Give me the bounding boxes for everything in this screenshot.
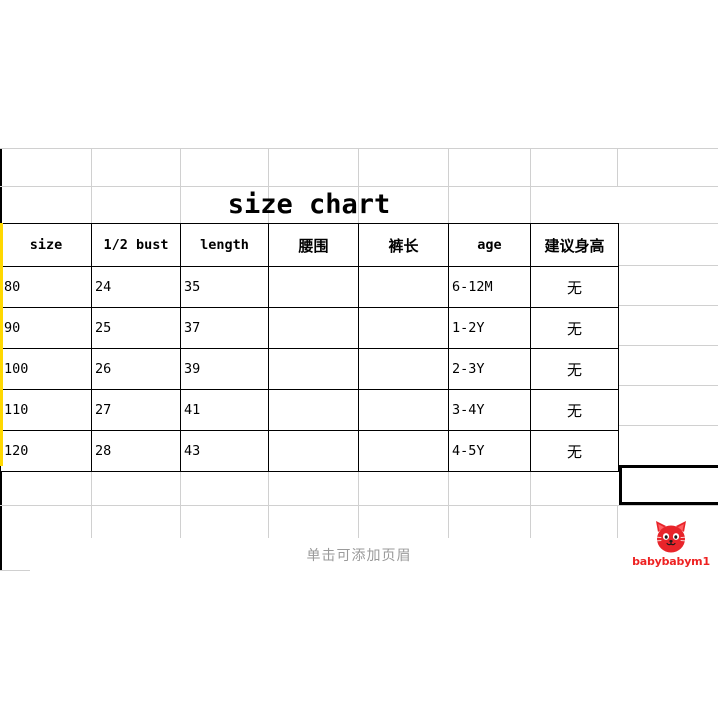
cell-pants (358, 430, 449, 472)
cell-age: 1-2Y (448, 307, 531, 349)
cell-height: 无 (530, 430, 619, 472)
cell-age: 4-5Y (448, 430, 531, 472)
table-row: 120 28 43 4-5Y 无 (0, 430, 619, 472)
row-marker-yellow (0, 223, 3, 466)
cell-size: 100 (0, 348, 92, 390)
table-header-row: size 1/2 bust length 腰围 裤长 age 建议身高 (0, 223, 619, 267)
watermark-brand-text: babybabym1 (632, 555, 710, 568)
selected-cell-outline[interactable] (619, 465, 718, 505)
column-header-waist: 腰围 (268, 223, 359, 267)
gridline-vertical (617, 148, 618, 186)
gridline-horizontal (0, 148, 718, 149)
cell-length: 39 (180, 348, 269, 390)
gridline-horizontal (0, 570, 30, 571)
cell-bust: 27 (91, 389, 181, 431)
cell-waist (268, 389, 359, 431)
spreadsheet-canvas: size chart size 1/2 bust length 腰围 裤长 ag… (0, 0, 718, 718)
cell-size: 80 (0, 266, 92, 308)
gridline-vertical (617, 505, 618, 538)
gridline-horizontal (0, 505, 718, 506)
cell-age: 6-12M (448, 266, 531, 308)
gridline-horizontal (617, 345, 718, 346)
cell-waist (268, 348, 359, 390)
cell-length: 43 (180, 430, 269, 472)
gridline-vertical (448, 466, 449, 538)
gridline-horizontal (617, 385, 718, 386)
column-header-bust: 1/2 bust (91, 223, 181, 267)
cell-size: 120 (0, 430, 92, 472)
cell-length: 37 (180, 307, 269, 349)
gridline-horizontal (617, 305, 718, 306)
cell-pants (358, 389, 449, 431)
cell-bust: 24 (91, 266, 181, 308)
cell-height: 无 (530, 266, 619, 308)
cell-height: 无 (530, 348, 619, 390)
cell-pants (358, 307, 449, 349)
gridline-horizontal (617, 425, 718, 426)
cell-height: 无 (530, 307, 619, 349)
column-header-size: size (0, 223, 92, 267)
header-placeholder-hint[interactable]: 单击可添加页眉 (0, 545, 718, 565)
cell-waist (268, 266, 359, 308)
cell-size: 90 (0, 307, 92, 349)
gridline-vertical (268, 466, 269, 538)
gridline-horizontal (617, 265, 718, 266)
cell-size: 110 (0, 389, 92, 431)
page-title: size chart (0, 186, 618, 223)
table-row: 110 27 41 3-4Y 无 (0, 389, 619, 431)
gridline-vertical (91, 466, 92, 538)
gridline-vertical (180, 466, 181, 538)
cell-waist (268, 307, 359, 349)
table-row: 100 26 39 2-3Y 无 (0, 348, 619, 390)
cat-face-icon (654, 521, 688, 553)
column-header-height: 建议身高 (530, 223, 619, 267)
column-header-pants: 裤长 (358, 223, 449, 267)
cell-bust: 25 (91, 307, 181, 349)
gridline-vertical (530, 466, 531, 538)
table-row: 80 24 35 6-12M 无 (0, 266, 619, 308)
cell-length: 35 (180, 266, 269, 308)
cell-age: 2-3Y (448, 348, 531, 390)
cell-bust: 28 (91, 430, 181, 472)
table-row: 90 25 37 1-2Y 无 (0, 307, 619, 349)
gridline-vertical (358, 466, 359, 538)
cell-height: 无 (530, 389, 619, 431)
cell-bust: 26 (91, 348, 181, 390)
gridline-horizontal (617, 223, 718, 224)
cell-waist (268, 430, 359, 472)
page-title-text: size chart (227, 189, 391, 220)
cell-pants (358, 348, 449, 390)
column-header-age: age (448, 223, 531, 267)
watermark: babybabym1 (630, 518, 712, 568)
column-header-length: length (180, 223, 269, 267)
cell-length: 41 (180, 389, 269, 431)
size-chart-table: size 1/2 bust length 腰围 裤长 age 建议身高 80 2… (0, 223, 619, 472)
cell-pants (358, 266, 449, 308)
cell-age: 3-4Y (448, 389, 531, 431)
